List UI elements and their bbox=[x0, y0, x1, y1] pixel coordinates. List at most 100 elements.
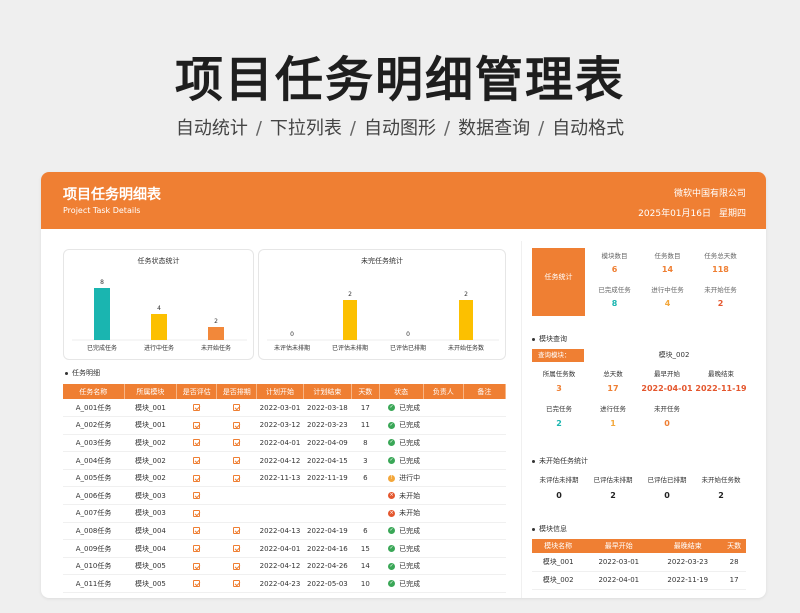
eval-cell bbox=[176, 539, 217, 558]
bullet-icon bbox=[532, 459, 535, 463]
module-cell: 17 bbox=[722, 571, 746, 590]
data-label: 4 bbox=[157, 305, 161, 312]
category-label: 进行中任务 bbox=[144, 344, 174, 352]
checkbox-checked-icon[interactable] bbox=[233, 580, 241, 588]
status-cell: ✓ 已完成 bbox=[379, 399, 424, 418]
task-module: 模块_002 bbox=[124, 451, 177, 470]
column-header[interactable]: 任务名称 bbox=[63, 384, 125, 399]
category-label: 已完成任务 bbox=[87, 344, 117, 352]
task-name: A_010任务 bbox=[63, 557, 125, 576]
table-row[interactable]: A_008任务 模块_004 2022-04-13 2022-04-19 6 ✓ 已完成 bbox=[63, 522, 506, 541]
column-header[interactable]: 备注 bbox=[463, 384, 507, 399]
checkbox-checked-icon[interactable] bbox=[193, 562, 201, 570]
days: 15 bbox=[351, 539, 380, 558]
column-header[interactable]: 最早开始 bbox=[584, 539, 654, 553]
table-row[interactable]: A_004任务 模块_002 2022-04-12 2022-04-15 3 ✓ 已完成 bbox=[63, 451, 506, 470]
sheet-title: 项目任务明细表 bbox=[63, 187, 161, 203]
task-name: A_005任务 bbox=[63, 469, 125, 488]
notstarted-stat-label: 未评估未排期 bbox=[539, 476, 579, 484]
column-header[interactable]: 最晚结束 bbox=[653, 539, 723, 553]
checkbox-checked-icon[interactable] bbox=[233, 457, 241, 465]
owner bbox=[423, 504, 464, 523]
table-row[interactable]: A_009任务 模块_004 2022-04-01 2022-04-16 15 ✓ 已完成 bbox=[63, 539, 506, 558]
checkbox-checked-icon[interactable] bbox=[233, 421, 241, 429]
data-label: 0 bbox=[290, 331, 294, 338]
table-row[interactable]: A_005任务 模块_002 2022-11-13 2022-11-19 6! 进行中 bbox=[63, 469, 506, 488]
checkbox-checked-icon[interactable] bbox=[193, 439, 201, 447]
table-row[interactable]: A_006任务 模块_003 × 未开始 bbox=[63, 486, 506, 506]
plan-start bbox=[256, 504, 304, 523]
column-header[interactable]: 天数 bbox=[351, 384, 380, 399]
modules-section-title: 模块信息 bbox=[532, 524, 567, 534]
table-row[interactable]: A_003任务 模块_002 2022-04-01 2022-04-09 8 ✓ 已完成 bbox=[63, 434, 506, 453]
plan-end bbox=[303, 504, 352, 523]
category-label: 已评估已排期 bbox=[390, 344, 426, 352]
hero-features: 自动统计 / 下拉列表 / 自动图形 / 数据查询 / 自动格式 bbox=[0, 114, 800, 140]
sched-cell bbox=[216, 574, 257, 594]
eval-cell bbox=[176, 486, 217, 506]
owner bbox=[423, 434, 464, 453]
summary-stat-label: 进行中任务 bbox=[651, 286, 684, 294]
table-row[interactable]: A_011任务 模块_005 2022-04-23 2022-05-03 10 ✓ 已完成 bbox=[63, 574, 506, 594]
checkbox-checked-icon[interactable] bbox=[193, 492, 201, 500]
checkbox-checked-icon[interactable] bbox=[193, 404, 201, 412]
query-stat-value: 2 bbox=[556, 419, 562, 428]
query-module-select[interactable]: 模块_002 bbox=[602, 349, 746, 362]
sched-cell bbox=[216, 469, 257, 488]
column-header[interactable]: 负责人 bbox=[423, 384, 464, 399]
column-header[interactable]: 是否排期 bbox=[216, 384, 258, 399]
query-stat-value: 1 bbox=[610, 419, 616, 428]
status-cell: ✓ 已完成 bbox=[379, 434, 424, 453]
table-row[interactable]: A_001任务 模块_001 2022-03-01 2022-03-18 17 ✓ 已完成 bbox=[63, 399, 506, 418]
checkbox-checked-icon[interactable] bbox=[193, 421, 201, 429]
checkbox-checked-icon[interactable] bbox=[233, 527, 241, 535]
feature-separator: / bbox=[349, 118, 356, 139]
column-header[interactable]: 计划开始 bbox=[256, 384, 304, 399]
sched-cell bbox=[216, 522, 257, 541]
status-text: 已完成 bbox=[399, 544, 421, 553]
column-header[interactable]: 所属模块 bbox=[124, 384, 178, 399]
checkbox-checked-icon[interactable] bbox=[193, 474, 201, 482]
column-header[interactable]: 是否评估 bbox=[176, 384, 218, 399]
column-header[interactable]: 计划结束 bbox=[303, 384, 353, 399]
status-cell: ! 进行中 bbox=[379, 469, 424, 488]
table-row[interactable]: 模块_002 2022-04-01 2022-11-19 17 bbox=[532, 571, 746, 590]
data-label: 8 bbox=[100, 279, 104, 286]
checkbox-checked-icon[interactable] bbox=[193, 457, 201, 465]
column-header[interactable]: 模块名称 bbox=[532, 539, 585, 553]
column-header[interactable]: 状态 bbox=[379, 384, 424, 399]
sched-cell bbox=[216, 539, 257, 558]
column-header[interactable]: 天数 bbox=[722, 539, 746, 553]
task-name: A_011任务 bbox=[63, 574, 125, 594]
checkbox-checked-icon[interactable] bbox=[193, 545, 201, 553]
table-row[interactable]: A_010任务 模块_005 2022-04-12 2022-04-26 14 ✓ 已完成 bbox=[63, 557, 506, 576]
plan-start bbox=[256, 486, 304, 506]
checkbox-checked-icon[interactable] bbox=[233, 474, 241, 482]
checkbox-checked-icon[interactable] bbox=[233, 404, 241, 412]
table-row[interactable]: A_002任务 模块_001 2022-03-12 2022-03-23 11 ✓ 已完成 bbox=[63, 416, 506, 435]
notstarted-stat-value: 2 bbox=[718, 491, 724, 500]
sched-cell bbox=[216, 399, 257, 418]
checkbox-checked-icon[interactable] bbox=[193, 509, 201, 517]
table-row[interactable]: A_007任务 模块_003 × 未开始 bbox=[63, 504, 506, 523]
checkbox-checked-icon[interactable] bbox=[193, 580, 201, 588]
task-module: 模块_001 bbox=[124, 399, 177, 418]
remark bbox=[463, 469, 506, 488]
plan-end: 2022-04-15 bbox=[303, 451, 352, 470]
bullet-icon bbox=[532, 527, 535, 531]
checkbox-checked-icon[interactable] bbox=[233, 545, 241, 553]
bar bbox=[343, 300, 357, 340]
status-text: 已完成 bbox=[399, 421, 421, 430]
module-table: 模块名称 最早开始 最晚结束 天数 模块_001 2022-03-01 2022-03-2… bbox=[532, 539, 746, 590]
unfinished-chart-svg: 0 未评估未排期 2 已评估未排期 0 已评估已排期 2 未开始任务数 bbox=[267, 291, 499, 352]
checkbox-checked-icon[interactable] bbox=[233, 562, 241, 570]
summary-stat-value: 14 bbox=[661, 265, 674, 274]
checkbox-checked-icon[interactable] bbox=[233, 439, 241, 447]
task-name: A_002任务 bbox=[63, 416, 125, 435]
checkbox-checked-icon[interactable] bbox=[193, 527, 201, 535]
notstarted-stat-value: 0 bbox=[556, 491, 562, 500]
table-row[interactable]: 模块_001 2022-03-01 2022-03-23 28 bbox=[532, 553, 746, 572]
status-done-icon: ✓ bbox=[388, 562, 396, 570]
status-not-icon: × bbox=[388, 492, 396, 500]
weekday: 星期四 bbox=[718, 209, 746, 219]
